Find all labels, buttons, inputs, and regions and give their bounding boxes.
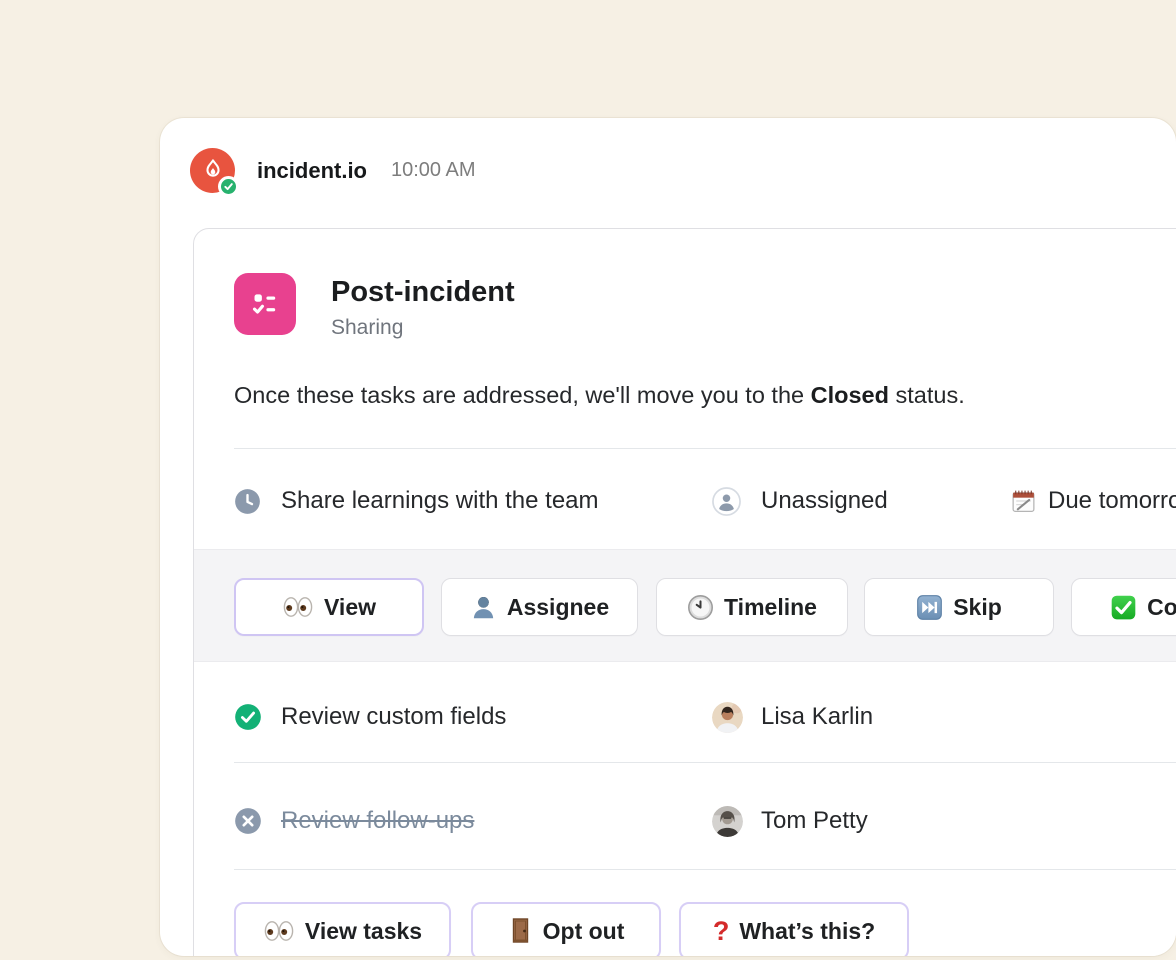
task-assignee: Tom Petty [761,807,868,835]
message-timestamp: 10:00 AM [391,159,476,182]
attachment-title: Post-incident [331,275,515,309]
timeline-button[interactable]: Timeline [656,578,848,636]
skip-button-label: Skip [953,594,1002,621]
body-suffix: status. [889,382,965,408]
message-body: Once these tasks are addressed, we'll mo… [234,382,965,409]
opt-out-button[interactable]: Opt out [471,902,661,956]
opt-out-button-label: Opt out [543,918,625,945]
check-button-icon [1110,594,1137,621]
door-icon [508,917,533,945]
whats-this-button[interactable]: ? What’s this? [679,902,909,956]
app-avatar[interactable] [190,148,235,193]
task-list-icon [234,273,296,335]
divider [234,762,1176,763]
whats-this-button-label: What’s this? [739,918,875,945]
task-row: Review follow-ups [234,805,1176,837]
divider [234,869,1176,870]
attachment-subtitle: Sharing [331,316,515,340]
app-name[interactable]: incident.io [257,158,367,184]
timeline-button-label: Timeline [724,594,817,621]
view-tasks-button-label: View tasks [305,918,422,945]
check-circle-icon [234,701,262,733]
body-prefix: Once these tasks are addressed, we'll mo… [234,382,811,408]
complete-button[interactable]: Complete [1071,578,1176,636]
verified-check-icon [218,176,239,197]
assignee-button[interactable]: Assignee [441,578,638,636]
body-bold-status: Closed [811,382,889,408]
assignee-button-label: Assignee [507,594,609,621]
avatar-tom-petty [712,806,743,837]
eyes-icon [282,595,314,619]
avatar-lisa-karlin [712,702,743,733]
app-header: incident.io 10:00 AM [190,148,476,193]
task-label: Review follow-ups [281,807,474,835]
message-card: incident.io 10:00 AM Post-incident Shari… [160,118,1176,956]
post-incident-attachment: Post-incident Sharing Once these tasks a… [193,228,1176,956]
task-label: Share learnings with the team [281,487,599,515]
task-row: Share learnings with the team Unassigned [234,485,1176,517]
red-question-icon: ? [713,918,730,945]
x-circle-icon [234,805,262,837]
eyes-icon [263,919,295,943]
task-assignee: Lisa Karlin [761,703,873,731]
unassigned-person-icon [712,485,741,517]
footer-actions: View tasks Opt out ? What’s this? [234,902,909,956]
view-tasks-button[interactable]: View tasks [234,902,451,956]
calendar-icon [1009,485,1038,517]
view-button[interactable]: View [234,578,424,636]
task-row: Review custom fields Lisa [234,701,1176,733]
attachment-header: Post-incident Sharing [234,273,515,340]
view-button-label: View [324,594,376,621]
task-label: Review custom fields [281,703,506,731]
task-assignee: Unassigned [761,487,888,515]
skip-track-icon [916,594,943,621]
divider [234,448,1176,449]
task-actions-strip: View Assignee [194,549,1176,662]
complete-button-label: Complete [1147,594,1176,621]
bust-icon [470,594,497,621]
clock-circle-icon [234,485,261,517]
skip-button[interactable]: Skip [864,578,1054,636]
task-due-date: Due tomorrow [1048,487,1176,515]
clock-face-icon [687,594,714,621]
